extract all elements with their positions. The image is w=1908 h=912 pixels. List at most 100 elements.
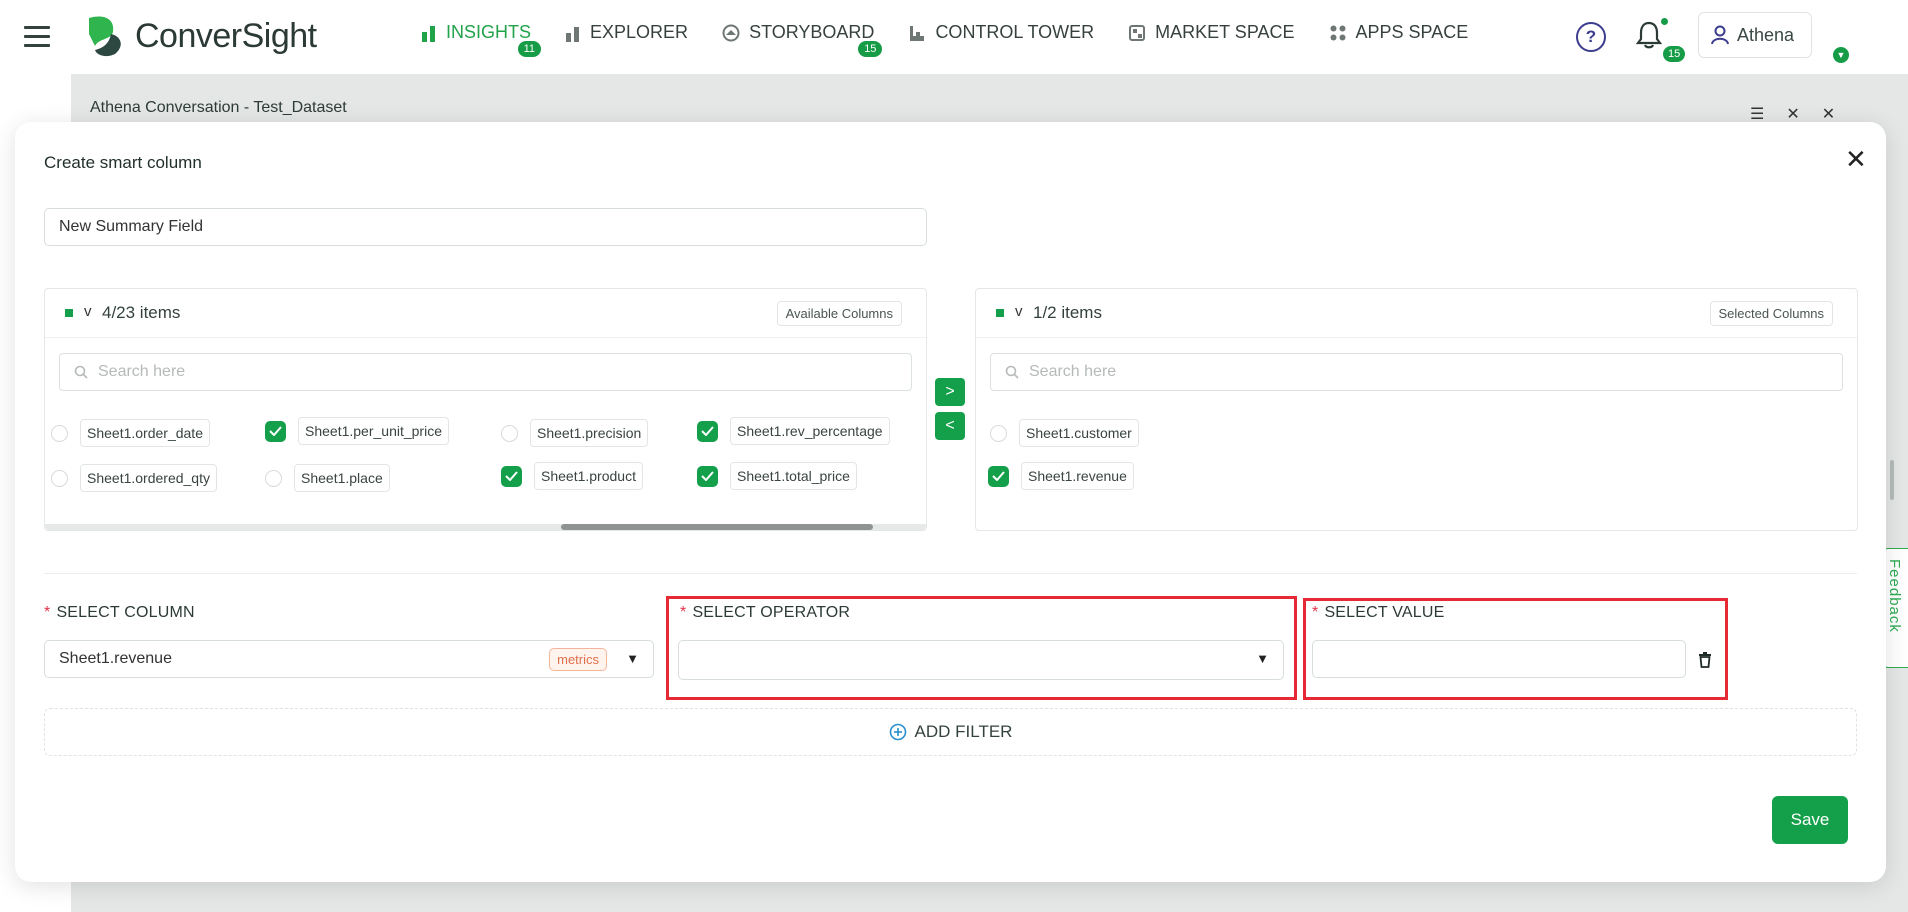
list-item[interactable]: Sheet1.order_date [51,419,210,447]
item-checkbox[interactable] [501,465,522,487]
item-checkbox[interactable] [697,465,718,487]
nav-apps-space[interactable]: APPS SPACE [1329,22,1468,43]
selected-columns-panel: v 1/2 items Selected Columns Sheet1.cust… [975,288,1858,531]
caret-down-icon[interactable]: ▼ [626,651,639,666]
highlight-box-operator [666,596,1297,700]
help-icon[interactable]: ? [1576,22,1606,52]
item-count: 1/2 items [1033,303,1102,322]
list-item[interactable]: Sheet1.place [265,464,390,492]
chevron-down-icon[interactable]: v [84,303,92,320]
selected-column-value: Sheet1.revenue [59,650,172,667]
item-checkbox[interactable] [51,424,68,442]
check-icon [505,471,518,481]
column-chip: Sheet1.customer [1019,419,1139,447]
label-text: SELECT COLUMN [56,604,195,621]
chevron-down-icon[interactable]: v [1015,303,1023,320]
highlight-box-value [1303,598,1728,700]
plus-circle-icon [889,723,906,741]
column-chip: Sheet1.rev_percentage [730,417,890,445]
add-filter-label: ADD FILTER [914,722,1013,741]
user-icon [1711,25,1729,45]
metrics-badge: metrics [549,648,607,671]
required-mark: * [44,604,51,621]
bar-chart-icon [422,25,435,42]
nav-explorer[interactable]: EXPLORER [565,22,688,43]
available-columns-panel: v 4/23 items Available Columns Sheet1.or… [44,288,927,531]
app-name: ConverSight [135,16,317,55]
market-icon [1129,24,1146,41]
nav-market-space[interactable]: MARKET SPACE [1128,22,1295,43]
list-item[interactable]: Sheet1.rev_percentage [697,417,890,445]
list-item[interactable]: Sheet1.revenue [988,462,1134,490]
column-chip: Sheet1.order_date [80,419,210,447]
panel-header: v 1/2 items Selected Columns [976,289,1857,338]
control-tower-icon [910,25,925,41]
search-icon [74,365,88,379]
close-icon[interactable]: ✕ [1822,104,1835,124]
user-name: Athena [1737,24,1795,45]
item-checkbox[interactable] [51,469,68,487]
save-button[interactable]: Save [1772,796,1848,844]
nav-storyboard[interactable]: STORYBOARD 15 [722,22,883,57]
conversation-title: Athena Conversation - Test_Dataset [90,99,347,116]
item-count: 4/23 items [102,303,181,322]
list-item[interactable]: Sheet1.product [501,462,643,490]
chevron-down-icon[interactable]: ▼ [1833,47,1849,63]
selected-search[interactable] [990,353,1843,391]
item-checkbox[interactable] [697,420,718,442]
main-nav: INSIGHTS 11 EXPLORER STORYBOARD 15 CONTR… [421,22,1468,57]
settings-sliders-icon[interactable]: ☰ [1750,104,1764,124]
notification-dot [1661,18,1668,25]
check-icon [701,471,714,481]
check-icon [992,471,1005,481]
list-item[interactable]: Sheet1.precision [501,419,649,447]
background-toolbar: ☰ ✕ ✕ [1750,104,1835,124]
available-search[interactable] [59,353,912,391]
column-chip: Sheet1.per_unit_price [298,417,449,445]
nav-badge: 11 [517,41,542,57]
panel-tag: Available Columns [776,301,902,326]
page-scrollbar[interactable] [1890,460,1894,500]
user-menu[interactable]: Athena [1698,12,1812,58]
item-checkbox[interactable] [265,420,286,442]
conversight-logo-icon [89,16,121,57]
search-input[interactable] [1027,362,1631,382]
list-item[interactable]: Sheet1.customer [990,419,1139,447]
move-right-button[interactable]: > [935,378,965,406]
list-item[interactable]: Sheet1.per_unit_price [265,417,449,445]
search-icon [1005,365,1019,379]
bell-icon[interactable] [1635,20,1663,55]
item-checkbox[interactable] [990,424,1007,442]
nav-label: INSIGHTS [446,22,532,42]
nav-control-tower[interactable]: CONTROL TOWER [908,22,1094,43]
collapse-icon[interactable]: ✕ [1786,104,1799,124]
chevron-right-icon: > [945,383,955,400]
feedback-label: Feedback [1886,559,1903,633]
list-item[interactable]: Sheet1.total_price [697,462,857,490]
hamburger-menu-icon[interactable] [24,26,50,48]
close-icon[interactable]: ✕ [1845,146,1867,172]
apps-grid-icon [1330,25,1345,40]
search-input[interactable] [96,362,700,382]
divider [44,573,1857,574]
scrollbar-thumb[interactable] [561,524,873,530]
list-item[interactable]: Sheet1.ordered_qty [51,464,217,492]
select-all-checkbox[interactable] [65,309,73,317]
column-chip: Sheet1.precision [530,419,649,447]
item-checkbox[interactable] [265,469,282,487]
column-select[interactable]: Sheet1.revenue metrics ▼ [44,640,654,678]
select-all-checkbox[interactable] [996,309,1004,317]
logo[interactable]: ConverSight [85,14,317,58]
explorer-icon [566,26,580,42]
column-chip: Sheet1.total_price [730,462,857,490]
horizontal-scrollbar[interactable] [45,524,926,530]
item-checkbox[interactable] [501,424,518,442]
nav-label: MARKET SPACE [1155,22,1295,42]
top-bar: ConverSight INSIGHTS 11 EXPLORER STORYBO… [71,0,1908,75]
nav-label: CONTROL TOWER [935,22,1095,42]
add-filter-button[interactable]: ADD FILTER [44,708,1857,756]
nav-insights[interactable]: INSIGHTS 11 [421,22,542,57]
move-left-button[interactable]: < [935,412,965,440]
item-checkbox[interactable] [988,465,1009,487]
smart-column-name-input[interactable] [44,208,927,246]
